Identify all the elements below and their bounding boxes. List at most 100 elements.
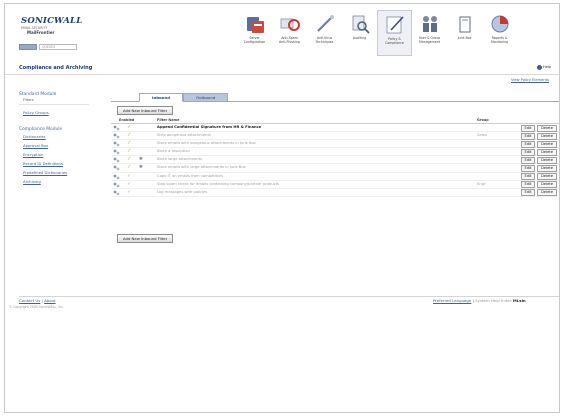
edit-button[interactable]: Edit <box>521 173 535 181</box>
delete-button[interactable]: Delete <box>537 132 557 140</box>
policy-icon <box>384 14 406 36</box>
tab-inbound[interactable]: Inbound <box>139 93 183 102</box>
edit-button[interactable]: Edit <box>521 164 535 172</box>
reorder-handle-icon[interactable] <box>113 141 121 147</box>
delete-button[interactable]: Delete <box>537 156 557 164</box>
filter-name: Copy IT on emails from competitors <box>157 173 223 178</box>
add-inbound-filter-button-bottom[interactable]: Add New Inbound Filter <box>117 234 174 243</box>
filter-group: Sales <box>477 133 487 138</box>
edit-button[interactable]: Edit <box>521 140 535 148</box>
enabled-check-icon[interactable]: ✓ <box>127 181 131 188</box>
toolbar-reports[interactable]: Reports & Monitoring <box>482 10 517 56</box>
edit-button[interactable]: Edit <box>521 148 535 156</box>
footer-right: Preferred Language | System Help Index M… <box>433 298 526 303</box>
table-row: ✓ Store emails with dangerous attachments… <box>111 140 559 149</box>
filter-name: Strip dangerous attachments <box>157 133 211 138</box>
edit-button[interactable]: Edit <box>521 189 535 197</box>
table-row: ✓ ✱ Block large attachments Edit Delete <box>111 156 559 165</box>
enabled-check-icon[interactable]: ✓ <box>127 148 131 155</box>
toolbar-server-config[interactable]: Server Configuration <box>237 10 272 56</box>
view-policy-elements-link[interactable]: View Policy Elements <box>511 78 549 82</box>
reorder-handle-icon[interactable] <box>113 190 121 196</box>
edit-button[interactable]: Edit <box>521 156 535 164</box>
anti-virus-icon <box>314 13 336 35</box>
user-row: QUEUES <box>19 44 77 50</box>
reorder-handle-icon[interactable] <box>113 174 121 180</box>
help-label: Help <box>543 65 552 69</box>
toolbar-anti-virus[interactable]: Anti-Virus Techniques <box>307 10 342 56</box>
reorder-handle-icon[interactable] <box>113 149 121 155</box>
nav-item-archiving[interactable]: Archiving <box>19 177 107 186</box>
nav-item-encryption[interactable]: Encryption <box>19 150 107 159</box>
main-toolbar: Server Configuration Anti-Spam Anti-Phis… <box>237 10 517 56</box>
toolbar-label: Server Configuration <box>243 36 266 44</box>
toolbar-user-group[interactable]: User & Group Management <box>412 10 447 56</box>
delete-button[interactable]: Delete <box>537 124 557 132</box>
queue-field[interactable]: QUEUES <box>39 44 77 50</box>
delete-button[interactable]: Delete <box>537 181 557 189</box>
app-window: SONICWALL EMAIL SECURITY MailFrontier QU… <box>4 3 560 413</box>
logo-brand: SONICWALL <box>21 16 83 26</box>
enabled-check-icon[interactable]: ✓ <box>127 132 131 139</box>
enabled-check-icon[interactable]: ✓ <box>127 156 131 163</box>
delete-button[interactable]: Delete <box>537 189 557 197</box>
junk-box-icon <box>454 13 476 35</box>
about-link[interactable]: About <box>44 298 56 303</box>
reorder-handle-icon[interactable] <box>113 125 121 131</box>
reorder-handle-icon[interactable] <box>113 133 121 139</box>
delete-button[interactable]: Delete <box>537 140 557 148</box>
delete-button[interactable]: Delete <box>537 173 557 181</box>
delete-button[interactable]: Delete <box>537 164 557 172</box>
footer-divider <box>19 296 559 297</box>
edit-button[interactable]: Edit <box>521 181 535 189</box>
reorder-handle-icon[interactable] <box>113 165 121 171</box>
add-inbound-filter-button-top[interactable]: Add New Inbound Filter <box>117 106 174 115</box>
enabled-check-icon[interactable]: ✓ <box>127 173 131 180</box>
toolbar-policy-compliance[interactable]: Policy & Compliance <box>377 10 412 56</box>
delete-button[interactable]: Delete <box>537 148 557 156</box>
nav-item-approval-box[interactable]: Approval Box <box>19 141 107 150</box>
toolbar-label: Anti-Virus Techniques <box>315 36 334 44</box>
help-button[interactable]: Help <box>537 64 551 70</box>
nav-divider <box>19 104 89 105</box>
nav-heading-standard: Standard Module <box>19 92 57 97</box>
users-icon <box>419 13 441 35</box>
edit-button[interactable]: Edit <box>521 124 535 132</box>
edit-button[interactable]: Edit <box>521 132 535 140</box>
language-selector[interactable]: System Help Index <box>475 298 512 303</box>
toolbar-label: Reports & Monitoring <box>490 36 509 44</box>
filter-name: Log messages with policies <box>157 189 208 194</box>
enabled-check-icon[interactable]: ✓ <box>127 189 131 196</box>
table-row: ✓ Strip dangerous attachments Sales Edit Del… <box>111 132 559 141</box>
filter-name: Block large attachments <box>157 157 203 162</box>
user-button[interactable] <box>19 44 37 50</box>
toolbar-label: Junk Box <box>457 36 472 40</box>
column-enabled: Enabled <box>119 118 135 122</box>
footer-separator: | <box>41 298 43 303</box>
nav-item-filters[interactable]: Filters <box>19 98 107 102</box>
nav-item-predefined-dictionaries[interactable]: Predefined Dictionaries <box>19 168 107 177</box>
toolbar-junk-box[interactable]: Junk Box <box>447 10 482 56</box>
footer-separator-2: | <box>472 298 474 303</box>
tab-outbound[interactable]: Outbound <box>183 93 229 102</box>
nav-item-record-id[interactable]: Record ID Definitions <box>19 159 107 168</box>
enabled-check-icon[interactable]: ✓ <box>127 164 131 171</box>
preferred-language-link[interactable]: Preferred Language <box>433 298 471 303</box>
footer-links: Contact Us | About <box>19 298 56 303</box>
star-icon: ✱ <box>139 157 143 163</box>
reorder-handle-icon[interactable] <box>113 157 121 163</box>
filter-name: Stop spam check for emails containing co… <box>157 181 280 186</box>
nav-item-policy-groups[interactable]: Policy Groups <box>19 108 107 117</box>
enabled-check-icon[interactable]: ✓ <box>127 124 131 131</box>
toolbar-auditing[interactable]: Auditing <box>342 10 377 56</box>
toolbar-anti-spam[interactable]: Anti-Spam Anti-Phishing <box>272 10 307 56</box>
server-config-icon <box>244 13 266 35</box>
logo-product: MailFrontier <box>27 30 55 35</box>
enabled-check-icon[interactable]: ✓ <box>127 140 131 147</box>
filters-table: Enabled Filter Name Group ✓ Append Confid… <box>111 118 559 197</box>
table-row: ✓ Copy IT on emails from competitors Edit D… <box>111 173 559 181</box>
contact-us-link[interactable]: Contact Us <box>19 298 40 303</box>
nav-item-dictionaries[interactable]: Dictionaries <box>19 132 107 141</box>
title-bar: Compliance and Archiving Help <box>5 60 559 75</box>
reorder-handle-icon[interactable] <box>113 182 121 188</box>
